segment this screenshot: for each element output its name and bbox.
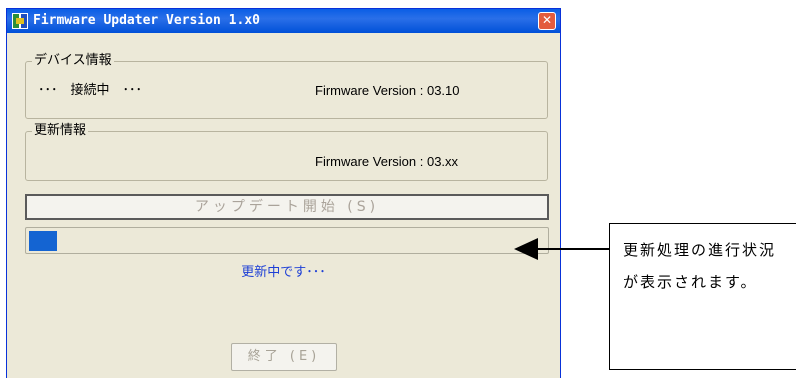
update-status-text: 更新中です･･･ bbox=[241, 265, 326, 280]
close-button[interactable]: ✕ bbox=[538, 12, 556, 30]
annotation-callout: 更新処理の進行状況が表示されます。 bbox=[609, 223, 796, 370]
window-title: Firmware Updater Version 1.x0 bbox=[33, 13, 260, 28]
firmware-updater-window: Firmware Updater Version 1.x0 ✕ デバイス情報 ･… bbox=[6, 8, 561, 378]
update-info-group: 更新情報 Firmware Version : 03.xx bbox=[25, 123, 548, 181]
device-info-group: デバイス情報 ･･･ 接続中 ･･･ Firmware Version : 03… bbox=[25, 53, 548, 119]
device-info-title: デバイス情報 bbox=[32, 53, 114, 69]
firmware-updater-icon bbox=[12, 13, 28, 29]
arrow-left-icon bbox=[514, 238, 538, 260]
progress-fill bbox=[29, 231, 57, 251]
current-firmware-version: Firmware Version : 03.10 bbox=[315, 83, 460, 98]
connection-status: ･･･ 接続中 ･･･ bbox=[38, 83, 143, 98]
update-progress-bar bbox=[25, 227, 549, 254]
title-bar[interactable]: Firmware Updater Version 1.x0 ✕ bbox=[7, 9, 560, 33]
exit-button[interactable]: 終了 (E) bbox=[231, 343, 337, 371]
close-icon: ✕ bbox=[541, 13, 553, 27]
annotation-arrow-line bbox=[536, 248, 610, 250]
start-update-button[interactable]: アップデート開始 (S) bbox=[25, 194, 549, 220]
new-firmware-version: Firmware Version : 03.xx bbox=[315, 154, 459, 169]
update-info-title: 更新情報 bbox=[32, 123, 89, 139]
